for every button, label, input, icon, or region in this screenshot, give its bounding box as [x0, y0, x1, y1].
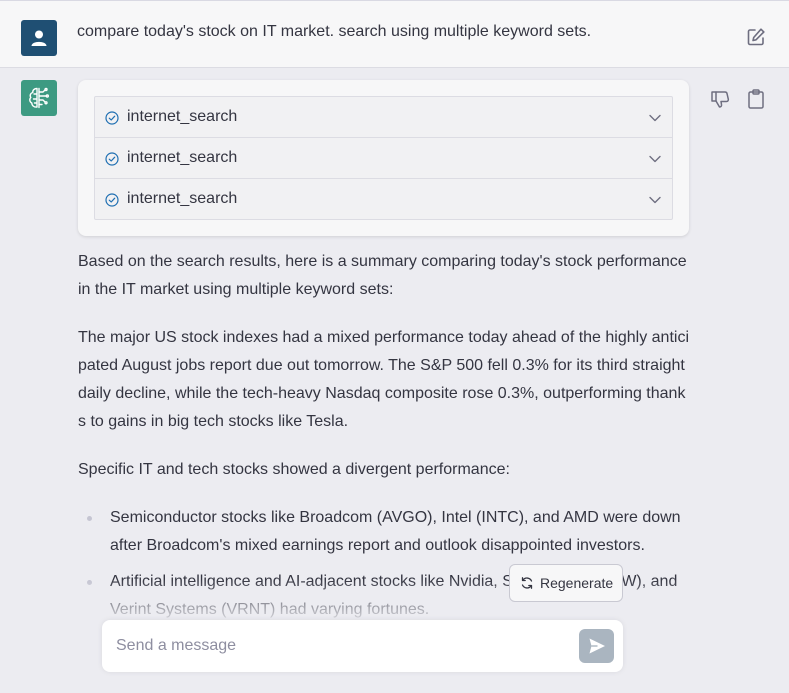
- tool-call-label: internet_search: [127, 108, 238, 125]
- answer-paragraph: Based on the search results, here is a s…: [78, 253, 687, 298]
- scroll-fade: [0, 579, 789, 619]
- regenerate-button[interactable]: Regenerate: [509, 564, 623, 602]
- tool-call-item[interactable]: internet_search: [95, 138, 672, 179]
- edit-icon[interactable]: [746, 27, 766, 47]
- send-icon: [589, 638, 605, 654]
- user-avatar: [21, 20, 57, 56]
- tool-call-item[interactable]: internet_search: [95, 179, 672, 219]
- tool-calls-list: internet_search internet_search internet…: [94, 96, 673, 220]
- brain-circuit-icon: [29, 87, 49, 109]
- assistant-message-row: internet_search internet_search internet…: [0, 68, 789, 619]
- answer-bullet: Semiconductor stocks like Broadcom (AVGO…: [78, 504, 690, 560]
- person-icon: [31, 30, 47, 46]
- check-circle-icon: [105, 152, 119, 166]
- user-message-row: compare today's stock on IT market. sear…: [0, 1, 789, 68]
- check-circle-icon: [105, 193, 119, 207]
- chevron-down-icon[interactable]: [648, 193, 662, 207]
- check-circle-icon: [105, 111, 119, 125]
- send-button[interactable]: [579, 629, 614, 663]
- message-input[interactable]: [116, 635, 556, 657]
- tool-call-item[interactable]: internet_search: [95, 97, 672, 138]
- user-message-text: compare today's stock on IT market. sear…: [77, 23, 592, 40]
- thumbs-down-icon[interactable]: [709, 88, 731, 110]
- assistant-avatar: [21, 80, 57, 116]
- regenerate-label: Regenerate: [540, 575, 614, 591]
- tool-call-label: internet_search: [127, 149, 238, 166]
- answer-paragraph: The major US stock indexes had a mixed p…: [78, 329, 689, 430]
- refresh-icon: [521, 577, 533, 589]
- tool-calls-panel: internet_search internet_search internet…: [78, 80, 689, 236]
- answer-paragraph: Specific IT and tech stocks showed a div…: [78, 461, 510, 478]
- chevron-down-icon[interactable]: [648, 152, 662, 166]
- tool-call-label: internet_search: [127, 190, 238, 207]
- chevron-down-icon[interactable]: [648, 111, 662, 125]
- composer-area: [0, 619, 789, 693]
- clipboard-icon[interactable]: [746, 88, 766, 110]
- composer-box: [102, 620, 623, 672]
